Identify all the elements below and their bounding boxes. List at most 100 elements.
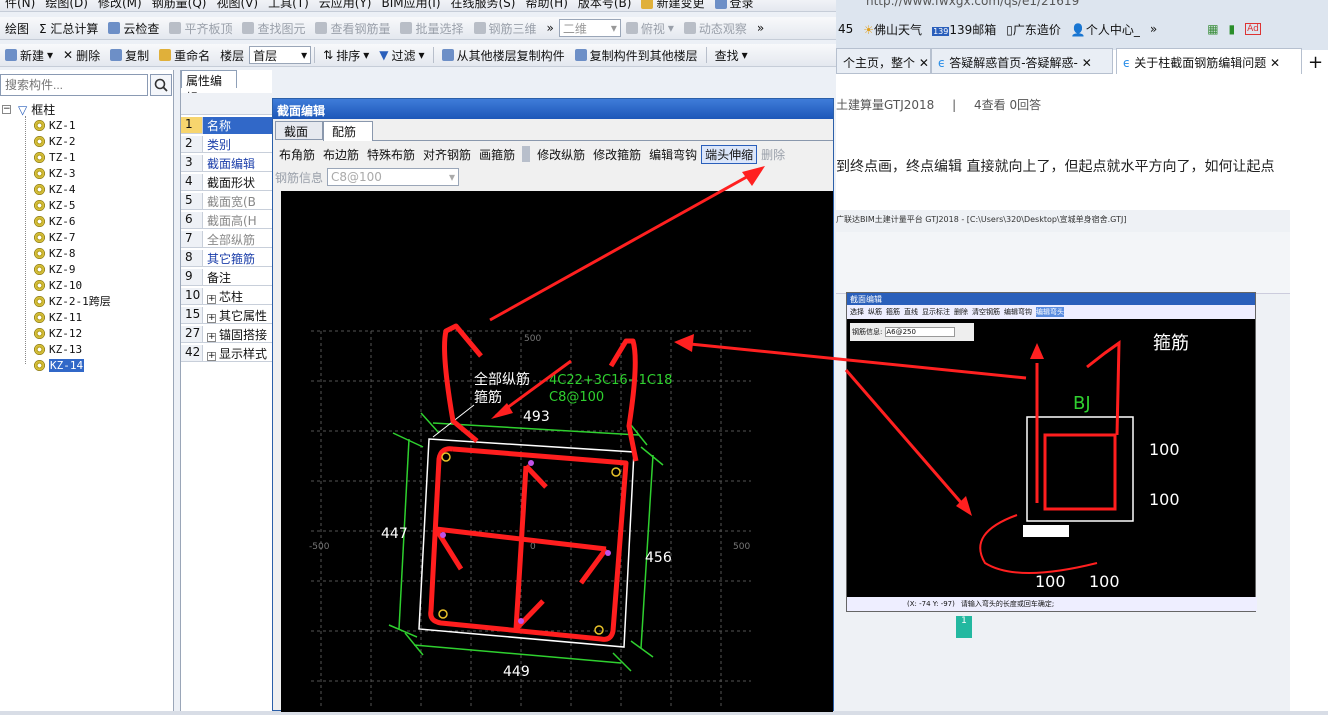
- bookmark-overflow-chevron-icon[interactable]: »: [1150, 22, 1157, 36]
- question-text: 到终点画，终点编辑 直接就向上了，但起点就水平方向了，如何让起点: [836, 159, 1275, 175]
- delete-button[interactable]: ✕ 删除: [58, 45, 105, 66]
- tab-qa-home[interactable]: ϵ 答疑解惑首页-答疑解惑- ✕: [931, 48, 1113, 74]
- expand-icon[interactable]: +: [207, 294, 216, 304]
- menu-file[interactable]: 件(N): [0, 0, 40, 11]
- tab-question[interactable]: ϵ 关于柱截面钢筋编辑问题 ✕: [1116, 48, 1302, 74]
- batch-select-button[interactable]: 批量选择: [395, 18, 468, 39]
- tree-root-frame-column[interactable]: − ▽ 框柱: [2, 101, 55, 118]
- special-rebar-button[interactable]: 特殊布筋: [363, 146, 419, 163]
- expand-icon[interactable]: +: [207, 313, 216, 323]
- tree-item[interactable]: KZ-14: [34, 357, 85, 373]
- summary-calc-button[interactable]: Σ 汇总计算: [34, 18, 103, 39]
- expand-icon[interactable]: +: [207, 332, 216, 342]
- rename-button[interactable]: 重命名: [154, 45, 215, 66]
- collapse-icon[interactable]: −: [2, 105, 11, 114]
- login-button[interactable]: 登录: [710, 0, 759, 11]
- edge-rebar-button[interactable]: 布边筋: [319, 146, 363, 163]
- sort-button[interactable]: ⇅ 排序 ▾: [318, 45, 374, 66]
- filter-button[interactable]: ▼ 过滤 ▾: [374, 45, 429, 66]
- tree-item[interactable]: KZ-1: [34, 117, 76, 133]
- tree-item[interactable]: KZ-9: [34, 261, 76, 277]
- tree-item[interactable]: TZ-1: [34, 149, 76, 165]
- expand-icon[interactable]: +: [207, 351, 216, 361]
- view-dimension-select[interactable]: 二维 ▾: [558, 19, 621, 37]
- menu-online[interactable]: 在线服务(S): [446, 0, 521, 11]
- overflow-chevron-icon[interactable]: »: [542, 18, 559, 39]
- tab-homepage[interactable]: 个主页，整个 ✕: [836, 48, 931, 74]
- toolbar-overflow-chevron-icon[interactable]: »: [752, 18, 769, 39]
- bookmark-139mail[interactable]: 139139邮箱: [932, 21, 996, 38]
- property-row[interactable]: 10 + 芯柱: [181, 288, 273, 305]
- property-row[interactable]: 7 全部纵筋: [181, 231, 273, 248]
- property-row[interactable]: 15 + 其它属性: [181, 307, 273, 324]
- tree-item[interactable]: KZ-2: [34, 133, 76, 149]
- property-row[interactable]: 8 其它箍筋: [181, 250, 273, 267]
- menu-help[interactable]: 帮助(H): [520, 0, 572, 11]
- bookmark-45[interactable]: 45: [838, 22, 853, 36]
- copy-button[interactable]: 复制: [105, 45, 154, 66]
- menu-tools[interactable]: 工具(T): [263, 0, 314, 11]
- bookmark-personal[interactable]: 👤个人中心_: [1071, 21, 1140, 38]
- property-row[interactable]: 27 + 锚固搭接: [181, 326, 273, 343]
- floor-select[interactable]: 首层 ▾: [249, 46, 312, 64]
- tab-properties[interactable]: 属性编辑: [181, 70, 237, 105]
- menu-rebar[interactable]: 钢筋量(Q): [147, 0, 212, 11]
- meta-product[interactable]: 土建算量GTJ2018: [836, 98, 934, 112]
- new-button[interactable]: 新建 ▾: [0, 45, 58, 66]
- dynamic-observe-button[interactable]: 动态观察: [679, 18, 752, 39]
- property-row[interactable]: 1 名称: [181, 116, 273, 134]
- draw-button[interactable]: 绘图: [0, 18, 34, 39]
- ad-icon[interactable]: Ad: [1245, 23, 1261, 35]
- search-button[interactable]: [150, 74, 172, 96]
- address-bar[interactable]: http://www.fwxgx.com/qs/e1/21619: [866, 0, 1079, 8]
- book-icon[interactable]: ▮: [1229, 22, 1236, 36]
- menu-cloud[interactable]: 云应用(Y): [314, 0, 377, 11]
- tree-item[interactable]: KZ-8: [34, 245, 76, 261]
- find-element-button[interactable]: 查找图元: [237, 18, 310, 39]
- tree-item[interactable]: KZ-10: [34, 277, 82, 293]
- property-row-number: 2: [181, 136, 203, 152]
- tree-item[interactable]: KZ-13: [34, 341, 82, 357]
- cloud-check-button[interactable]: 云检查: [103, 18, 164, 39]
- view-mode-select[interactable]: 俯视 ▾: [621, 18, 679, 39]
- dim-bottom: 449: [503, 664, 530, 680]
- tree-item[interactable]: KZ-5: [34, 197, 76, 213]
- rebar-info-select[interactable]: C8@100 ▾: [327, 168, 460, 186]
- corner-rebar-button[interactable]: 布角筋: [275, 146, 319, 163]
- property-row[interactable]: 6 截面高(H: [181, 212, 273, 229]
- new-tab-button[interactable]: +: [1308, 52, 1323, 73]
- property-row[interactable]: 42 + 显示样式: [181, 345, 273, 362]
- tree-item[interactable]: KZ-6: [34, 213, 76, 229]
- tab-section[interactable]: 截面: [275, 121, 323, 140]
- property-row[interactable]: 4 截面形状: [181, 174, 273, 191]
- copy-from-floor-button[interactable]: 从其他楼层复制构件: [437, 45, 570, 66]
- align-slab-button[interactable]: 平齐板顶: [164, 18, 237, 39]
- svg-text:100: 100: [1089, 572, 1120, 591]
- tree-item[interactable]: KZ-11: [34, 309, 82, 325]
- rebar-3d-button[interactable]: 钢筋三维: [469, 18, 542, 39]
- menu-bim[interactable]: BIM应用(I): [376, 0, 445, 11]
- tree-item[interactable]: KZ-4: [34, 181, 76, 197]
- search-input[interactable]: [0, 74, 148, 96]
- find-button[interactable]: 查找 ▾: [710, 45, 753, 66]
- menu-draw[interactable]: 绘图(D): [40, 0, 93, 11]
- tree-item[interactable]: KZ-2-1跨层: [34, 293, 111, 309]
- menu-version[interactable]: 版本号(B): [573, 0, 637, 11]
- property-row[interactable]: 5 截面宽(B: [181, 193, 273, 210]
- property-row[interactable]: 9 备注: [181, 269, 273, 286]
- bookmark-weather[interactable]: ☀佛山天气: [863, 21, 922, 38]
- view-rebar-qty-button[interactable]: 查看钢筋量: [310, 18, 395, 39]
- tree-item[interactable]: KZ-12: [34, 325, 82, 341]
- new-change-button[interactable]: 新建变更: [636, 0, 709, 11]
- tree-item[interactable]: KZ-7: [34, 229, 76, 245]
- copy-to-floor-button[interactable]: 复制构件到其他楼层: [570, 45, 703, 66]
- property-row[interactable]: 2 类别: [181, 136, 273, 153]
- menu-view[interactable]: 视图(V): [211, 0, 263, 11]
- property-row[interactable]: 3 截面编辑: [181, 155, 273, 172]
- tab-rebar[interactable]: 配筋: [323, 121, 373, 141]
- align-rebar-button[interactable]: 对齐钢筋: [419, 146, 475, 163]
- menu-modify[interactable]: 修改(M): [93, 0, 147, 11]
- bookmark-gd-cost[interactable]: ▯广东造价: [1006, 21, 1061, 38]
- tree-item[interactable]: KZ-3: [34, 165, 76, 181]
- apps-grid-icon[interactable]: ▦: [1207, 22, 1218, 36]
